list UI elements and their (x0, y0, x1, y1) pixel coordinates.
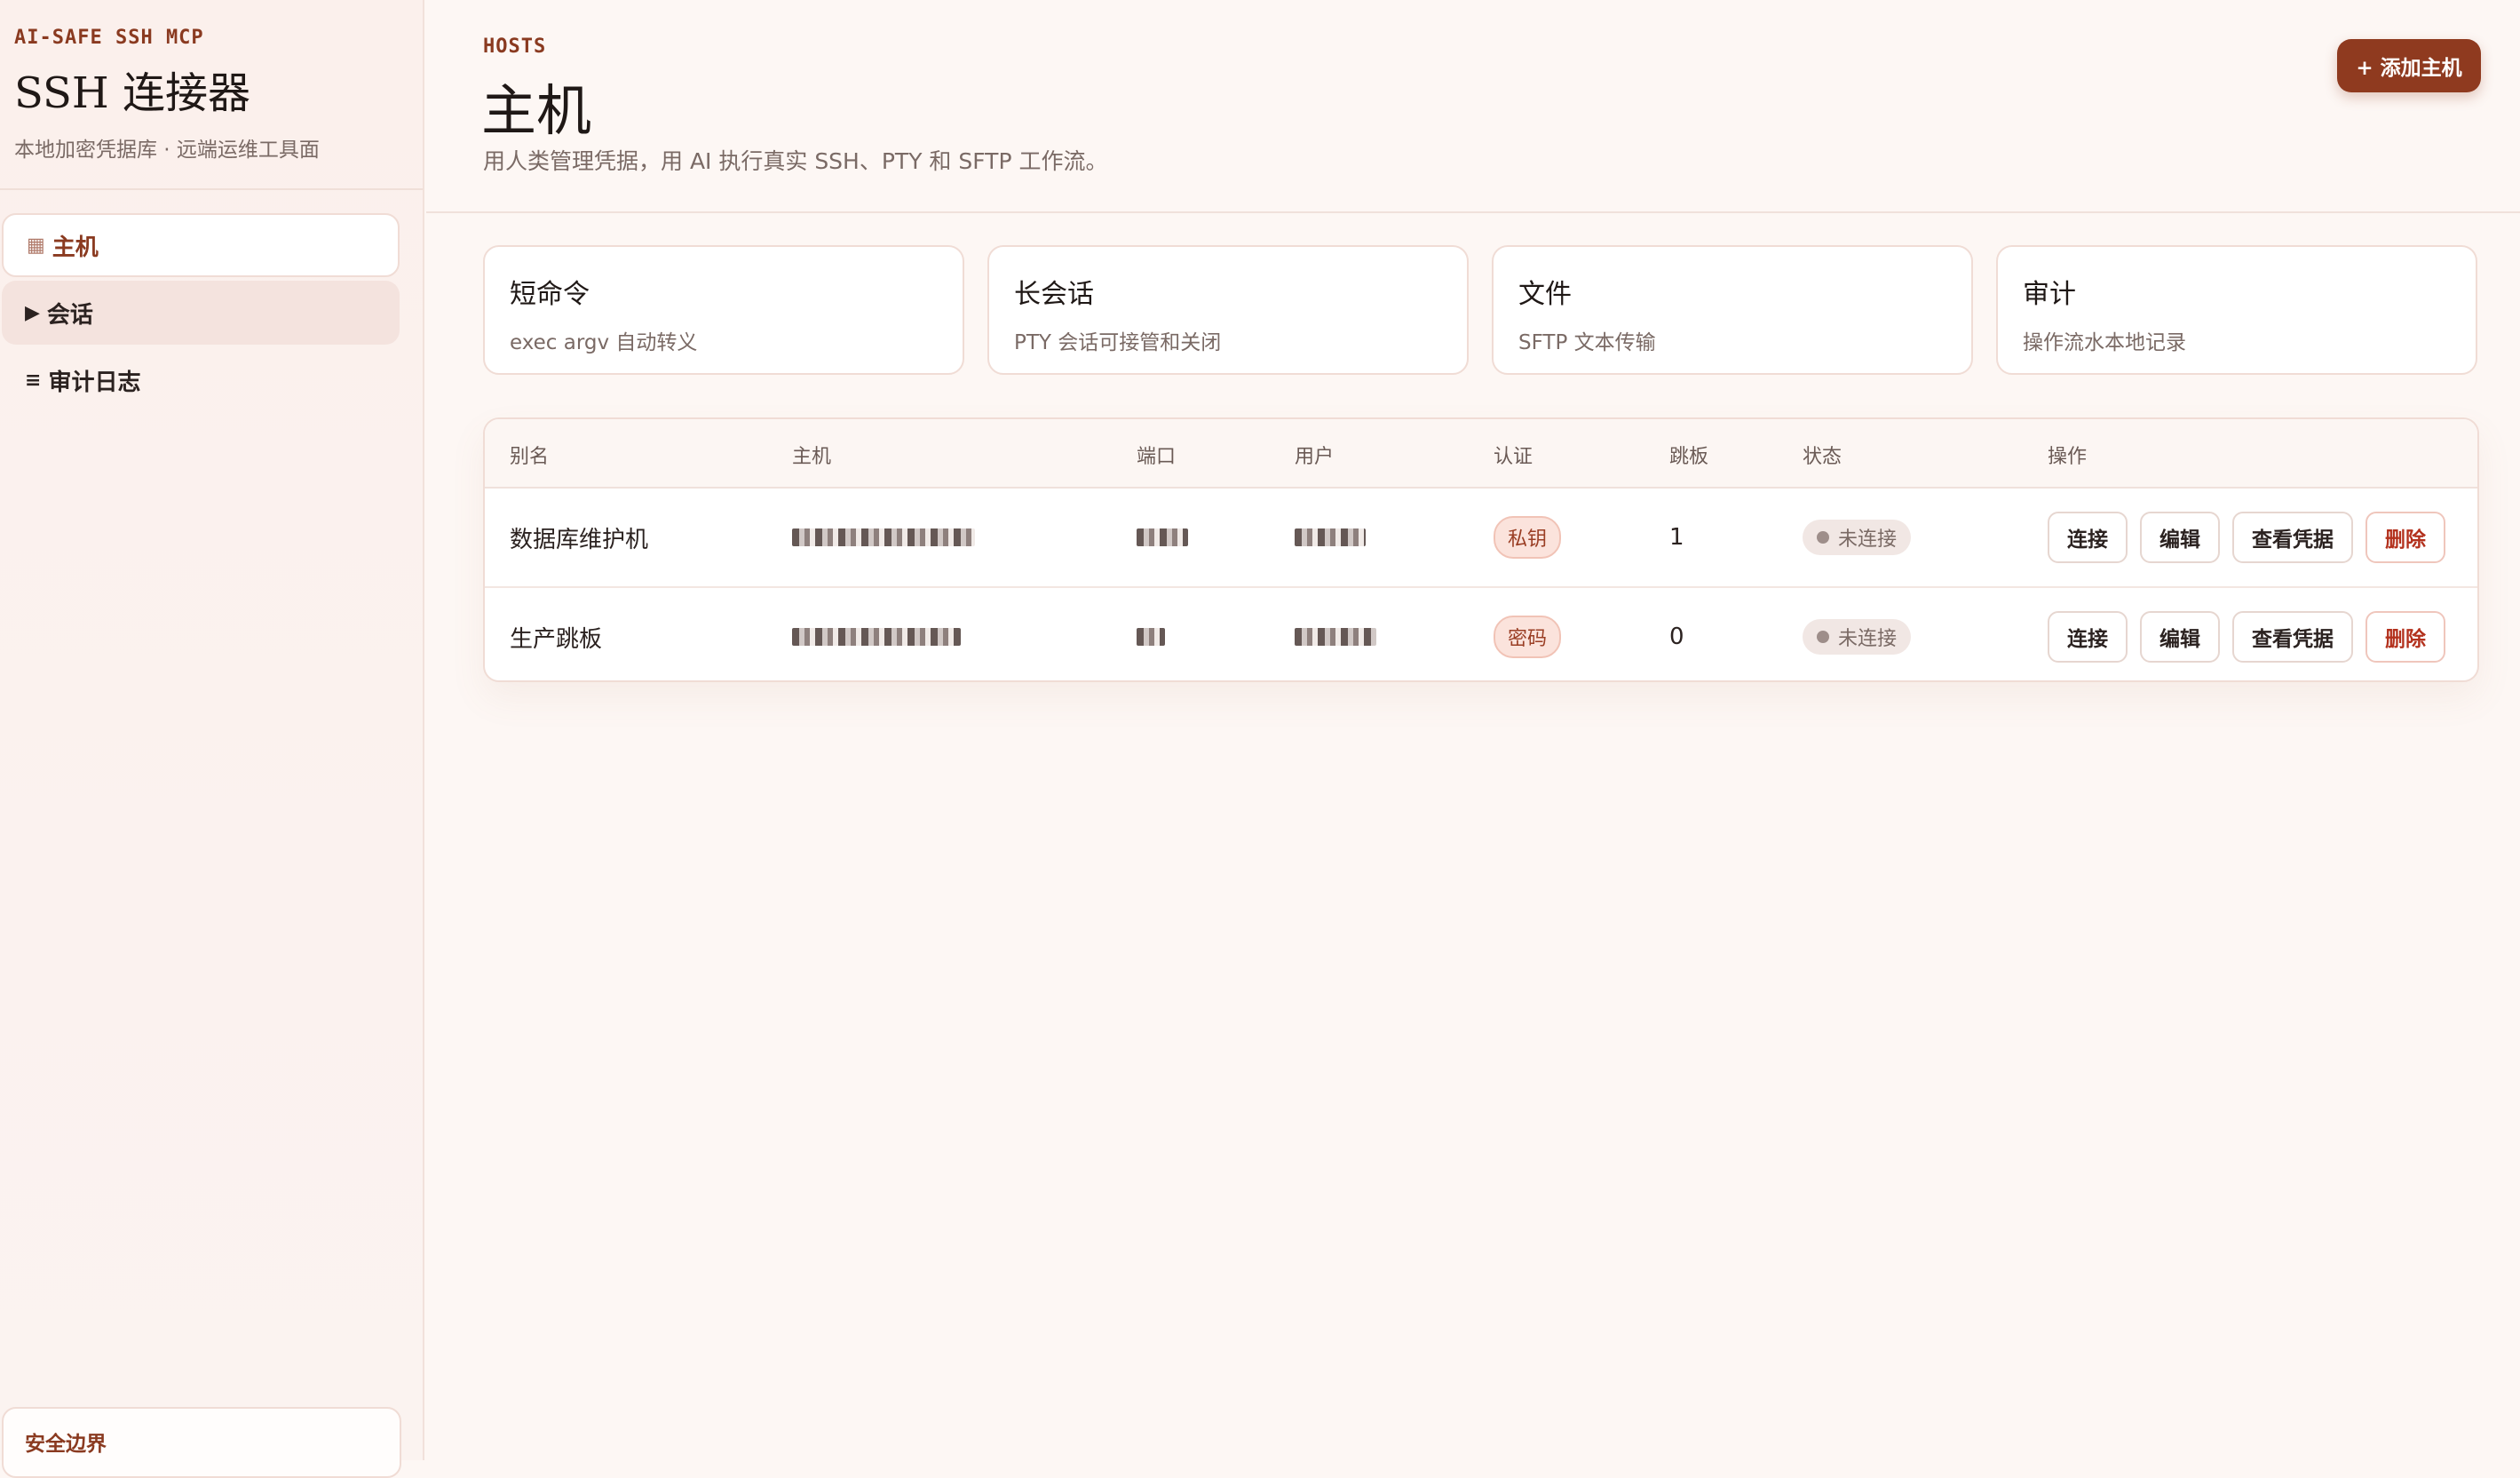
sidebar: AI-SAFE SSH MCP SSH 连接器 本地加密凭据库 · 远端运维工具… (0, 0, 424, 1478)
card-description: PTY 会话可接管和关闭 (1014, 331, 1222, 354)
feature-card-pty: 长会话 PTY 会话可接管和关闭 (987, 245, 1469, 375)
delete-button[interactable]: 删除 (2365, 611, 2445, 663)
connect-button[interactable]: 连接 (2048, 611, 2128, 663)
connect-button[interactable]: 连接 (2048, 512, 2128, 563)
sidebar-nav: ▦ 主机 ▶ 会话 ≡ 审计日志 (0, 190, 423, 412)
redacted-value (1295, 628, 1376, 646)
cell-auth: 私钥 (1494, 489, 1562, 586)
column-header-jump: 跳板 (1669, 446, 1709, 468)
cell-jump: 1 (1669, 524, 1684, 551)
sidebar-item-label: 会话 (46, 301, 93, 329)
auth-badge: 密码 (1494, 616, 1562, 658)
play-icon: ▶ (25, 301, 40, 324)
card-title: 短命令 (510, 279, 590, 310)
feature-card-exec: 短命令 exec argv 自动转义 (483, 245, 964, 375)
delete-button[interactable]: 删除 (2365, 512, 2445, 563)
cell-status: 未连接 (1803, 489, 1912, 586)
feature-cards: 短命令 exec argv 自动转义 长会话 PTY 会话可接管和关闭 文件 S… (483, 245, 2477, 375)
card-description: SFTP 文本传输 (1518, 331, 1656, 354)
card-description: exec argv 自动转义 (510, 331, 698, 354)
cell-host-redacted (792, 588, 961, 680)
brand-title: SSH 连接器 (14, 68, 251, 118)
sidebar-item-sessions[interactable]: ▶ 会话 (2, 281, 400, 345)
status-badge: 未连接 (1803, 520, 1912, 555)
cell-host-redacted (792, 489, 975, 586)
view-credentials-button[interactable]: 查看凭据 (2232, 611, 2353, 663)
cell-alias: 生产跳板 (510, 625, 603, 653)
column-header-user: 用户 (1295, 446, 1335, 468)
sidebar-item-label: 审计日志 (48, 369, 141, 396)
redacted-value (792, 628, 961, 646)
column-header-host: 主机 (792, 446, 832, 468)
column-header-status: 状态 (1803, 446, 1842, 468)
sidebar-item-hosts[interactable]: ▦ 主机 (2, 213, 400, 277)
redacted-value (1295, 528, 1366, 546)
cell-user-redacted (1295, 588, 1376, 680)
edit-button[interactable]: 编辑 (2140, 611, 2220, 663)
cell-port-redacted (1137, 489, 1188, 586)
column-header-actions: 操作 (2048, 446, 2088, 468)
brand-subtitle: 本地加密凭据库 · 远端运维工具面 (14, 139, 320, 162)
card-title: 长会话 (1014, 279, 1094, 310)
page-subtitle: 用人类管理凭据，用 AI 执行真实 SSH、PTY 和 SFTP 工作流。 (483, 148, 1108, 174)
status-label: 未连接 (1838, 528, 1898, 551)
column-header-port: 端口 (1137, 446, 1177, 468)
status-label: 未连接 (1838, 628, 1898, 650)
table-header: 别名 主机 端口 用户 认证 跳板 状态 操作 (485, 419, 2477, 489)
cell-port-redacted (1137, 588, 1165, 680)
main-content: HOSTS 主机 用人类管理凭据，用 AI 执行真实 SSH、PTY 和 SFT… (426, 0, 2520, 1460)
hosts-table: 别名 主机 端口 用户 认证 跳板 状态 操作 数据库维护机 私钥 1 未连接 (483, 417, 2479, 682)
status-dot-icon (1817, 531, 1829, 544)
sidebar-item-label: 主机 (52, 234, 99, 261)
sidebar-item-audit-log[interactable]: ≡ 审计日志 (2, 348, 400, 412)
card-title: 文件 (1518, 279, 1572, 310)
cell-alias: 数据库维护机 (510, 526, 649, 553)
cell-actions: 连接 编辑 查看凭据 删除 (2048, 489, 2445, 586)
edit-button[interactable]: 编辑 (2140, 512, 2220, 563)
view-credentials-button[interactable]: 查看凭据 (2232, 512, 2353, 563)
feature-card-sftp: 文件 SFTP 文本传输 (1492, 245, 1973, 375)
card-title: 审计 (2023, 279, 2076, 310)
add-host-button[interactable]: + 添加主机 (2337, 39, 2481, 92)
page-header: HOSTS 主机 用人类管理凭据，用 AI 执行真实 SSH、PTY 和 SFT… (426, 0, 2520, 213)
column-header-alias: 别名 (510, 446, 550, 468)
cell-user-redacted (1295, 489, 1366, 586)
card-description: 操作流水本地记录 (2023, 331, 2186, 354)
table-row: 生产跳板 密码 0 未连接 连接 编辑 查看凭据 删除 (485, 588, 2477, 680)
table-row: 数据库维护机 私钥 1 未连接 连接 编辑 查看凭据 删除 (485, 489, 2477, 588)
cell-auth: 密码 (1494, 588, 1562, 680)
cell-status: 未连接 (1803, 588, 1912, 680)
page-title: 主机 (481, 78, 592, 143)
column-header-auth: 认证 (1494, 446, 1533, 468)
security-boundary-label: 安全边界 (25, 1433, 107, 1456)
brand: AI-SAFE SSH MCP SSH 连接器 本地加密凭据库 · 远端运维工具… (0, 0, 423, 190)
redacted-value (1137, 528, 1188, 546)
list-icon: ≡ (25, 369, 42, 392)
auth-badge: 私钥 (1494, 516, 1562, 559)
security-boundary-panel[interactable]: 安全边界 (2, 1407, 401, 1478)
brand-eyebrow: AI-SAFE SSH MCP (14, 27, 204, 49)
status-badge: 未连接 (1803, 619, 1912, 655)
grid-icon: ▦ (27, 234, 45, 257)
cell-jump: 0 (1669, 624, 1684, 650)
status-dot-icon (1817, 631, 1829, 643)
page-eyebrow: HOSTS (483, 36, 547, 58)
redacted-value (1137, 628, 1165, 646)
cell-actions: 连接 编辑 查看凭据 删除 (2048, 588, 2445, 680)
redacted-value (792, 528, 975, 546)
feature-card-audit: 审计 操作流水本地记录 (1996, 245, 2477, 375)
